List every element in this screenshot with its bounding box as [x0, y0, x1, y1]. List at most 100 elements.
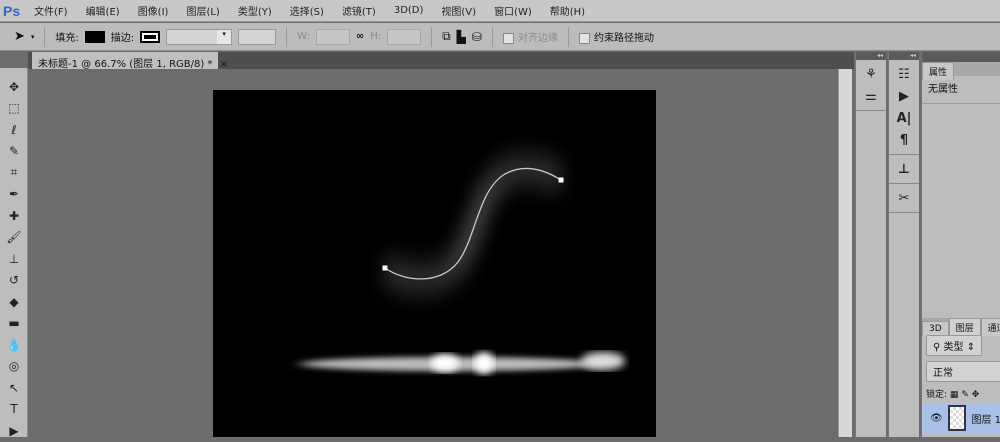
type-icon[interactable]: T [0, 399, 28, 421]
checkbox[interactable] [502, 32, 514, 44]
tab-channels[interactable]: 通道 [980, 318, 1000, 336]
character-icon[interactable]: A| [889, 107, 919, 129]
path-glow [380, 160, 566, 287]
blur-icon[interactable]: 💧 [0, 334, 28, 356]
search-icon: ⚲ [933, 342, 941, 353]
layer-name: 图层 1 [971, 414, 1000, 426]
menu-3d[interactable]: 3D(D) [394, 5, 424, 16]
lock-position-icon[interactable]: ✥ [972, 390, 980, 400]
close-icon[interactable]: × [220, 59, 228, 70]
stroke-type-dropdown[interactable] [238, 28, 277, 45]
layer-thumbnail [947, 405, 967, 431]
align-edges-label: 对齐边缘 [517, 33, 558, 44]
paragraph-icon[interactable]: ¶ [889, 129, 919, 151]
path-alignment-icon[interactable]: ▙ [457, 30, 466, 44]
menu-view[interactable]: 视图(V) [441, 3, 476, 18]
gradient-icon[interactable]: ▬ [0, 313, 28, 335]
anchor-point-start[interactable] [382, 265, 388, 271]
tools-panel: ✥ ⬚ ℓ ✎ ⌗ ✒ ✚ 🖌 ⊥ ↺ ◆ ▬ 💧 ◎ ↖ T ▶ [0, 68, 28, 438]
lock-transparent-icon[interactable]: ▦ [950, 390, 959, 400]
healing-icon[interactable]: ✚ [0, 205, 28, 227]
vertical-scrollbar[interactable] [838, 69, 852, 437]
constrain-path-label: 约束路径拖动 [593, 33, 654, 44]
document-canvas[interactable] [213, 90, 656, 437]
filter-label: 类型 [943, 342, 964, 353]
layer-filter-dropdown[interactable]: ⚲ 类型 ⇕ [926, 335, 983, 356]
stroke-swatch[interactable] [140, 30, 161, 43]
lock-pixels-icon[interactable]: ✎ [961, 390, 969, 400]
collapse-icon[interactable]: ◂◂ [856, 52, 886, 60]
menu-bar: Ps 文件(F) 编辑(E) 图像(I) 图层(L) 类型(Y) 选择(S) 滤… [0, 0, 1000, 22]
eyedropper-icon[interactable]: ✒ [0, 184, 28, 206]
link-icon[interactable]: ∞ [356, 31, 364, 42]
move-icon[interactable]: ✥ [0, 76, 28, 98]
path-select-tool-icon[interactable]: ▶ [0, 420, 28, 442]
anchor-point-end[interactable] [558, 177, 564, 183]
blend-mode-dropdown[interactable]: 正常 [926, 361, 1000, 382]
menu-edit[interactable]: 编辑(E) [86, 3, 120, 18]
history-icon[interactable]: ☷ [889, 63, 919, 85]
menu-type[interactable]: 类型(Y) [238, 3, 272, 18]
document-tab[interactable]: 未标题-1 @ 66.7% (图层 1, RGB/8) * × [32, 52, 228, 70]
panel-header [922, 52, 1000, 62]
history-brush-icon[interactable]: ↺ [0, 270, 28, 292]
crop-icon[interactable]: ⌗ [0, 162, 28, 184]
panel-dock-left: ◂◂ ⚘ ⚌ [855, 52, 886, 437]
options-bar: ➤ ▾ 填充: 描边: ▾ W: ∞ H: ⧉ ▙ ⛁ 对齐边缘 约束路径拖动 [0, 23, 1000, 51]
fill-swatch[interactable] [84, 30, 105, 43]
width-field[interactable] [315, 28, 350, 45]
panel-grip[interactable] [0, 68, 27, 76]
height-field[interactable] [387, 28, 422, 45]
collapse-icon[interactable]: ◂◂ [889, 52, 919, 60]
menu-layer[interactable]: 图层(L) [186, 3, 219, 18]
tab-layers[interactable]: 图层 [948, 318, 981, 336]
eye-icon[interactable]: 👁 [930, 413, 943, 424]
quick-select-icon[interactable]: ✎ [0, 141, 28, 163]
brush-icon[interactable]: 🖌 [0, 227, 28, 249]
height-label: H: [370, 31, 382, 42]
panel-dock-right: ◂◂ ☷ ▶ A| ¶ ⊥ ✂ [888, 52, 919, 437]
tab-properties[interactable]: 属性 [922, 62, 955, 80]
menu-file[interactable]: 文件(F) [34, 3, 68, 18]
menu-filter[interactable]: 滤镜(T) [342, 3, 376, 18]
adjustments-icon[interactable]: ⚌ [856, 85, 886, 107]
divider [44, 26, 46, 47]
menu-window[interactable]: 窗口(W) [494, 3, 532, 18]
path-operations-icon[interactable]: ⧉ [442, 29, 451, 44]
lock-label: 锁定: [926, 390, 948, 400]
divider [567, 26, 569, 47]
stroke-width-dropdown[interactable]: ▾ [166, 28, 233, 45]
menu-help[interactable]: 帮助(H) [550, 3, 585, 18]
stroke-label: 描边: [110, 33, 135, 44]
pen-icon[interactable]: ↖ [0, 377, 28, 399]
brush-presets-icon[interactable]: ⚘ [856, 63, 886, 85]
layer-row[interactable]: 👁 图层 1 [922, 403, 1000, 433]
width-label: W: [297, 31, 310, 42]
divider [491, 26, 493, 47]
marquee-icon[interactable]: ⬚ [0, 98, 28, 120]
align-edges-checkbox[interactable]: 对齐边缘 [502, 29, 558, 44]
chevron-down-icon: ▾ [217, 29, 232, 44]
actions-play-icon[interactable]: ▶ [889, 85, 919, 107]
brush-stroke-streak [300, 352, 625, 374]
eraser-icon[interactable]: ◆ [0, 291, 28, 313]
no-properties-text: 无属性 [922, 76, 1000, 104]
path-select-icon[interactable]: ➤ [14, 29, 25, 44]
properties-panel: 属性 无属性 3D图层通道 ⚲ 类型 ⇕ 正常 锁定: ▦ ✎ ✥ 👁 图层 1 [921, 52, 1000, 437]
stamp-icon[interactable]: ⊥ [0, 248, 28, 270]
tool-presets-icon[interactable]: ✂ [889, 187, 919, 209]
clone-source-icon[interactable]: ⊥ [889, 158, 919, 180]
fill-label: 填充: [55, 33, 79, 44]
divider [286, 26, 288, 47]
lasso-icon[interactable]: ℓ [0, 119, 28, 141]
document-tab-title: 未标题-1 @ 66.7% (图层 1, RGB/8) * [38, 59, 213, 70]
menu-select[interactable]: 选择(S) [290, 3, 324, 18]
canvas-artwork [300, 160, 625, 374]
dodge-icon[interactable]: ◎ [0, 356, 28, 378]
tab-3d[interactable]: 3D [922, 321, 949, 336]
checkbox[interactable] [578, 32, 590, 44]
tool-preset-dropdown[interactable]: ▾ [31, 33, 35, 41]
constrain-path-checkbox[interactable]: 约束路径拖动 [578, 29, 654, 44]
menu-image[interactable]: 图像(I) [138, 3, 169, 18]
path-arrangement-icon[interactable]: ⛁ [472, 30, 482, 44]
